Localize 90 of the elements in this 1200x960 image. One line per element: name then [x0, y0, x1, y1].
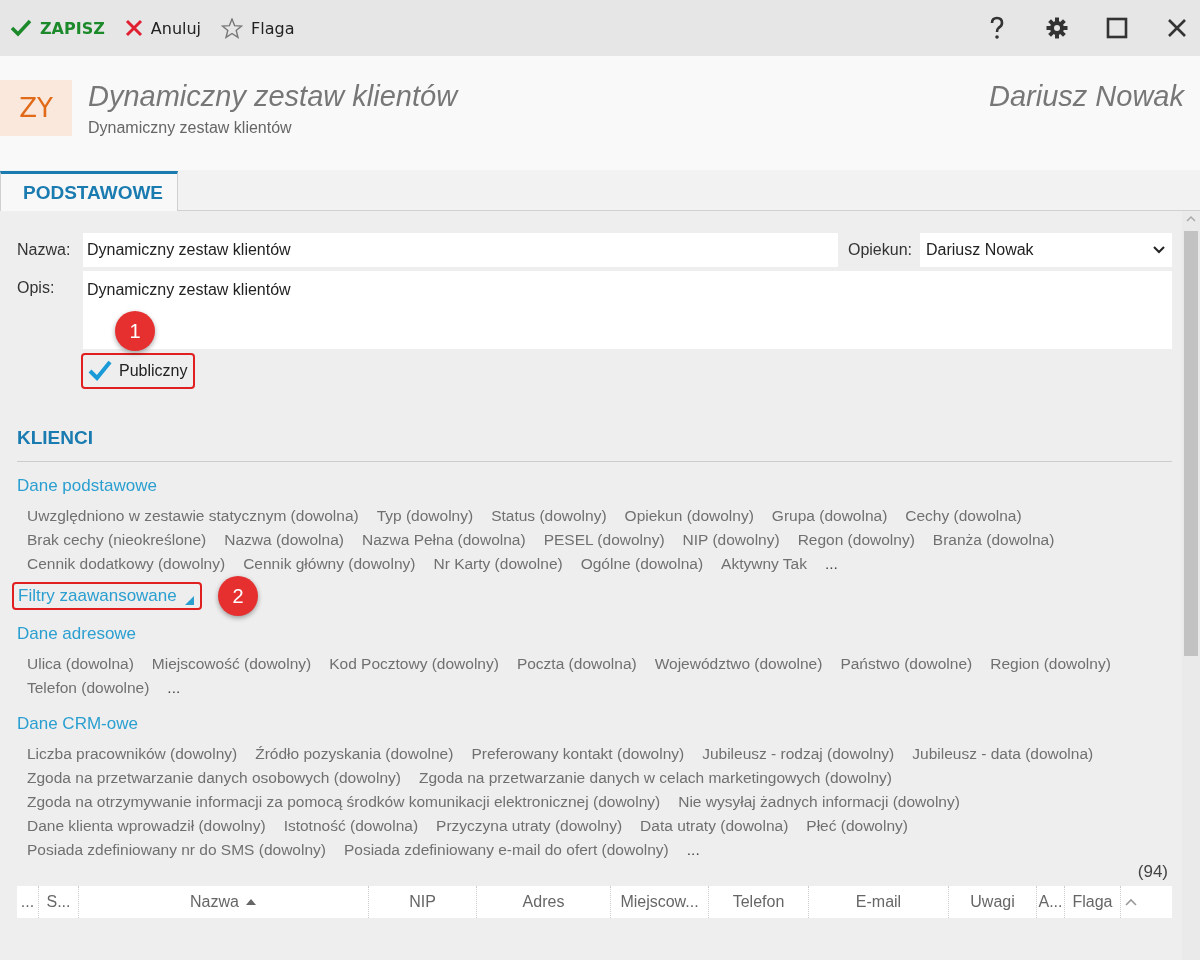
filter-item[interactable]: Zgoda na otrzymywanie informacji za pomocą środków komunikacji elektronicznej (dowolny) [27, 790, 661, 814]
close-icon [124, 19, 143, 37]
filter-item[interactable]: Cennik dodatkowy (dowolny) [27, 552, 226, 576]
owner-name: Dariusz Nowak [989, 80, 1184, 113]
group-link[interactable]: Dane podstawowe [17, 476, 157, 496]
filter-item[interactable]: Liczba pracowników (dowolny) [27, 742, 238, 766]
filter-item[interactable]: Istotność (dowolna) [283, 814, 419, 838]
filter-item[interactable]: Region (dowolny) [990, 652, 1111, 676]
more-link[interactable]: ... [167, 676, 181, 700]
field-label: Nazwa: [17, 241, 72, 259]
more-link[interactable]: ... [824, 552, 838, 576]
column-header[interactable]: Flaga [1065, 886, 1121, 918]
filter-item[interactable]: Państwo (dowolne) [840, 652, 973, 676]
group-link[interactable]: Dane adresowe [17, 624, 137, 644]
cancel-button[interactable]: Anuluj [124, 18, 202, 38]
step-marker: 2 [218, 576, 258, 616]
filter-item[interactable]: NIP (dowolny) [682, 528, 780, 552]
filter-item[interactable]: Cechy (dowolna) [905, 504, 1022, 528]
filter-item[interactable]: Preferowany kontakt (dowolny) [471, 742, 685, 766]
filter-item[interactable]: Dane klienta wprowadził (dowolny) [27, 814, 266, 838]
record-subtitle: Dynamiczny zestaw klientów [88, 119, 293, 137]
maximize-icon [1106, 17, 1128, 39]
more-link[interactable]: ... [686, 838, 700, 862]
flag-button[interactable]: Flaga [221, 17, 295, 39]
save-button[interactable]: ZAPISZ [10, 18, 105, 38]
section-heading: KLIENCI [17, 427, 1172, 462]
scroll-up-icon[interactable] [1124, 897, 1138, 907]
column-header[interactable]: ... [17, 886, 39, 918]
column-header[interactable]: A... [1037, 886, 1065, 918]
filter-item[interactable]: Opiekun (dowolny) [624, 504, 754, 528]
filter-item[interactable]: Status (dowolny) [491, 504, 607, 528]
check-icon [87, 359, 113, 383]
settings-icon [1046, 17, 1068, 39]
column-header[interactable]: S... [39, 886, 79, 918]
name-field[interactable]: Dynamiczny zestaw klientów [83, 233, 838, 267]
column-header[interactable]: NIP [369, 886, 477, 918]
filter-item[interactable]: Brak cechy (nieokreślone) [27, 528, 207, 552]
filter-item[interactable]: Zgoda na przetwarzanie danych w celach marketingowych (dowolny) [418, 766, 892, 790]
scrollbar[interactable] [1182, 211, 1200, 960]
filter-item[interactable]: Ogólne (dowolna) [580, 552, 704, 576]
field-label: Opis: [17, 278, 56, 297]
column-header[interactable]: Adres [477, 886, 611, 918]
filter-item[interactable]: Aktywny Tak [721, 552, 807, 576]
filter-item[interactable]: Branża (dowolna) [932, 528, 1055, 552]
filter-item[interactable]: Jubileusz - data (dowolna) [912, 742, 1094, 766]
filter-item[interactable]: Miejscowość (dowolny) [151, 652, 312, 676]
column-header[interactable]: Nazwa [79, 886, 369, 918]
filter-item[interactable]: PESEL (dowolny) [543, 528, 665, 552]
filter-item[interactable]: Grupa (dowolna) [771, 504, 888, 528]
tab[interactable]: PODSTAWOWE [0, 171, 179, 211]
filter-item[interactable]: Kod Pocztowy (dowolny) [329, 652, 499, 676]
filter-item[interactable]: Nie wysyłaj żadnych informacji (dowolny) [678, 790, 960, 814]
filter-item[interactable]: Ulica (dowolna) [27, 652, 134, 676]
filter-item[interactable]: Płeć (dowolny) [806, 814, 908, 838]
filter-item[interactable]: Regon (dowolny) [797, 528, 915, 552]
triangle-icon [184, 595, 194, 605]
filter-item[interactable]: Zgoda na przetwarzanie danych osobowych (dowolny) [27, 766, 401, 790]
avatar-badge: ZY [0, 80, 72, 136]
public-checkbox[interactable]: Publiczny [81, 353, 196, 389]
column-header[interactable]: E-mail [809, 886, 949, 918]
field-label: Opiekun: [847, 241, 912, 259]
advanced-filters-toggle[interactable]: Filtry zaawansowane [12, 582, 202, 610]
filter-item[interactable]: Nazwa (dowolna) [224, 528, 344, 552]
group-link[interactable]: Dane CRM-owe [17, 714, 138, 734]
filter-item[interactable]: Nazwa Pełna (dowolna) [361, 528, 526, 552]
filter-item[interactable]: Źródło pozyskania (dowolne) [255, 742, 454, 766]
column-header[interactable]: Miejscow... [611, 886, 709, 918]
star-icon [221, 17, 244, 39]
scroll-up-icon[interactable] [1185, 215, 1197, 223]
filter-item[interactable]: Nr Karty (dowolne) [433, 552, 563, 576]
filter-item[interactable]: Uwzględniono w zestawie statycznym (dowolna) [27, 504, 359, 528]
filter-item[interactable]: Poczta (dowolna) [516, 652, 637, 676]
filter-item[interactable]: Posiada zdefiniowany e-mail do ofert (dowolny) [343, 838, 669, 862]
filter-item[interactable]: Cennik główny (dowolny) [243, 552, 416, 576]
filter-item[interactable]: Data utraty (dowolna) [640, 814, 789, 838]
chevron-down-icon [1152, 245, 1166, 255]
filter-item[interactable]: Telefon (dowolne) [27, 676, 150, 700]
filter-item[interactable]: Jubileusz - rodzaj (dowolny) [702, 742, 895, 766]
check-icon [10, 19, 32, 37]
owner-dropdown[interactable]: Dariusz Nowak [920, 233, 1172, 267]
column-header[interactable]: Uwagi [949, 886, 1037, 918]
record-title: Dynamiczny zestaw klientów [88, 80, 460, 113]
column-header[interactable]: Telefon [709, 886, 809, 918]
help-icon [989, 16, 1005, 40]
filter-item[interactable]: Posiada zdefiniowany nr do SMS (dowolny) [27, 838, 326, 862]
filter-item[interactable]: Województwo (dowolne) [654, 652, 823, 676]
filter-item[interactable]: Typ (dowolny) [376, 504, 474, 528]
filter-item[interactable]: Przyczyna utraty (dowolny) [436, 814, 623, 838]
record-count: (94) [1137, 862, 1168, 882]
close-icon [1167, 18, 1187, 38]
